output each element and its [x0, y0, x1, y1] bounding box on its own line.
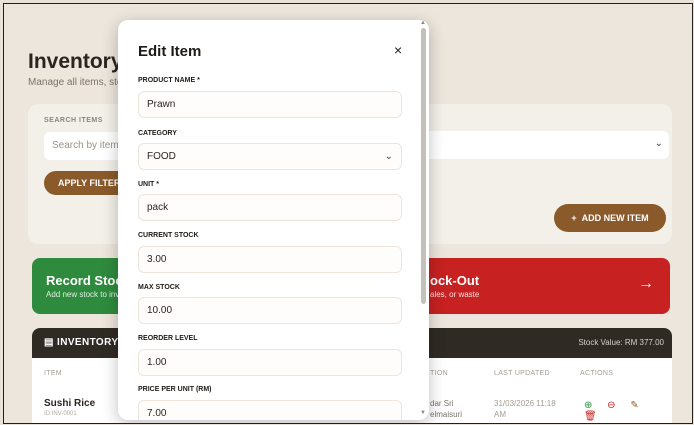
- remove-stock-icon[interactable]: ⊖: [607, 400, 615, 411]
- max-stock-label: MAX STOCK: [138, 284, 180, 291]
- chevron-down-icon: ⌄: [654, 138, 663, 149]
- record-stock-subtitle: Add new stock to inv: [46, 290, 120, 299]
- close-icon[interactable]: ×: [394, 42, 402, 58]
- row-updated-line1: 31/03/2026 11:18: [494, 399, 556, 408]
- filter-select[interactable]: ⌄: [419, 131, 669, 159]
- row-location-line1: dar Sri: [430, 399, 454, 408]
- price-per-unit-label: PRICE PER UNIT (RM): [138, 386, 212, 393]
- column-header-location: TION: [430, 370, 448, 377]
- search-label: SEARCH ITEMS: [44, 117, 103, 124]
- scroll-down-icon[interactable]: ▼: [420, 410, 426, 416]
- add-new-item-button[interactable]: + ADD NEW ITEM: [554, 204, 666, 232]
- row-location-line2: elmaisuri: [430, 410, 463, 419]
- current-stock-label: CURRENT STOCK: [138, 232, 199, 239]
- delete-icon[interactable]: 🗑: [584, 411, 597, 422]
- add-new-item-label: ADD NEW ITEM: [581, 213, 649, 223]
- product-name-input[interactable]: Prawn: [138, 91, 402, 118]
- stock-value: Stock Value: RM 377.00: [578, 338, 664, 347]
- product-name-label: PRODUCT NAME *: [138, 77, 200, 84]
- stock-out-title: ock-Out: [430, 273, 480, 288]
- scroll-up-icon[interactable]: ▲: [420, 20, 426, 26]
- column-header-last-updated: LAST UPDATED: [494, 370, 550, 377]
- row-actions: ⊕ ⊖ ✎ 🗑: [584, 400, 672, 422]
- app-frame: Inventory Manage all items, sto SEARCH I…: [3, 3, 693, 424]
- edit-item-modal: Edit Item × PRODUCT NAME * Prawn CATEGOR…: [118, 20, 429, 420]
- reorder-level-label: REORDER LEVEL: [138, 335, 198, 342]
- row-updated-line2: AM: [494, 410, 506, 419]
- chevron-down-icon: ⌄: [384, 151, 393, 162]
- max-stock-input[interactable]: 10.00: [138, 297, 402, 324]
- row-location: dar Sri elmaisuri: [430, 398, 462, 420]
- plus-icon: +: [571, 213, 577, 223]
- category-value: FOOD: [147, 151, 176, 162]
- unit-label: UNIT *: [138, 181, 159, 188]
- add-stock-icon[interactable]: ⊕: [584, 400, 592, 411]
- price-per-unit-input[interactable]: 7.00: [138, 400, 402, 420]
- category-select[interactable]: FOOD ⌄: [138, 143, 402, 170]
- clipboard-icon: ▤: [44, 337, 54, 348]
- unit-input[interactable]: pack: [138, 194, 402, 221]
- edit-icon[interactable]: ✎: [630, 400, 638, 411]
- category-label: CATEGORY: [138, 130, 177, 137]
- reorder-level-input[interactable]: 1.00: [138, 349, 402, 376]
- table-title: ▤ INVENTORY: [44, 337, 118, 348]
- current-stock-input[interactable]: 3.00: [138, 246, 402, 273]
- table-title-label: INVENTORY: [57, 337, 119, 348]
- column-header-actions: ACTIONS: [580, 370, 614, 377]
- modal-title: Edit Item: [138, 43, 202, 60]
- stock-out-card[interactable]: ock-Out ales, or waste →: [404, 258, 670, 314]
- modal-scrollbar[interactable]: [421, 28, 426, 304]
- row-item-name: Sushi Rice: [44, 398, 96, 409]
- arrow-right-icon: →: [638, 275, 654, 292]
- row-item-id: ID:INV-0001: [44, 411, 77, 417]
- stock-out-subtitle: ales, or waste: [430, 290, 480, 299]
- row-last-updated: 31/03/2026 11:18 AM: [494, 398, 556, 420]
- column-header-item: ITEM: [44, 370, 62, 377]
- page-title: Inventory: [28, 50, 123, 73]
- page-subtitle: Manage all items, sto: [28, 77, 123, 88]
